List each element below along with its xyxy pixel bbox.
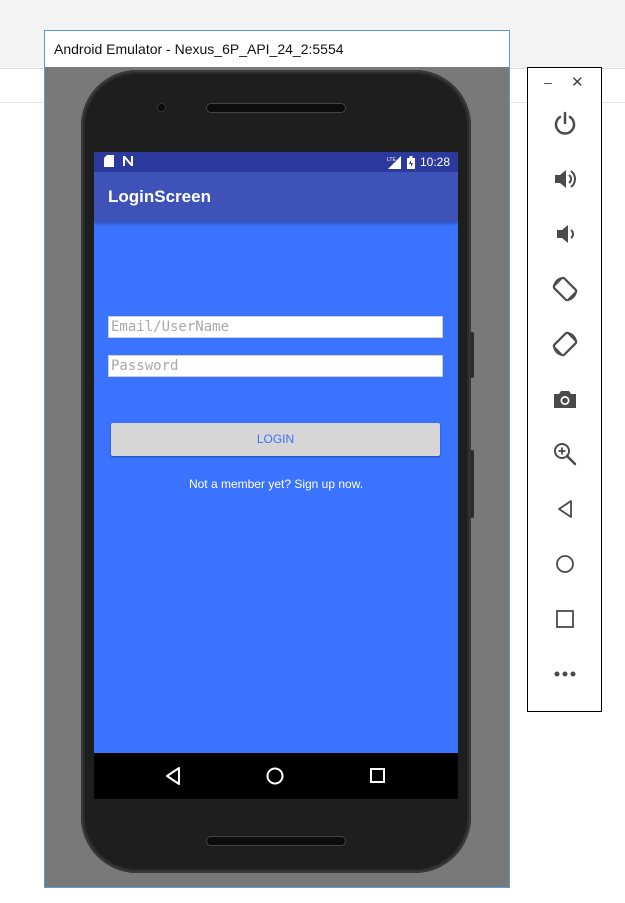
more-button[interactable]	[550, 659, 580, 689]
app-bar: LoginScreen	[94, 172, 458, 222]
volume-up-button[interactable]	[550, 164, 580, 194]
power-button[interactable]	[550, 109, 580, 139]
rotate-left-icon	[552, 276, 578, 302]
control-panel-titlebar: – ✕	[528, 68, 601, 98]
emulator-body: LTE 10:28 LoginScreen Email/UserName Pas…	[45, 67, 509, 887]
back-button[interactable]	[550, 494, 580, 524]
rotate-right-icon	[552, 331, 578, 357]
volume-down-button[interactable]	[550, 219, 580, 249]
device-screen: LTE 10:28 LoginScreen Email/UserName Pas…	[94, 152, 458, 799]
bottom-speaker	[206, 836, 346, 846]
power-icon	[554, 111, 576, 135]
screenshot-button[interactable]	[550, 384, 580, 414]
home-icon[interactable]	[266, 767, 284, 785]
password-field[interactable]: Password	[108, 355, 443, 377]
zoom-icon	[554, 443, 577, 466]
emulator-control-panel: – ✕	[527, 67, 602, 712]
front-camera	[157, 103, 166, 112]
status-time: 10:28	[419, 155, 450, 169]
login-button[interactable]: LOGIN	[111, 423, 440, 456]
overview-button[interactable]	[550, 604, 580, 634]
rotate-right-button[interactable]	[550, 329, 580, 359]
sd-card-icon	[104, 155, 114, 167]
emulator-window: Android Emulator - Nexus_6P_API_24_2:555…	[44, 30, 510, 888]
navigation-bar	[94, 753, 458, 799]
home-button[interactable]	[550, 549, 580, 579]
phone-frame: LTE 10:28 LoginScreen Email/UserName Pas…	[81, 70, 474, 873]
side-button	[470, 332, 474, 378]
overview-icon	[556, 610, 574, 628]
lte-signal-icon: LTE	[387, 155, 401, 169]
email-field[interactable]: Email/UserName	[108, 316, 443, 338]
volume-down-icon	[557, 225, 574, 243]
volume-up-icon	[555, 170, 576, 188]
signup-link[interactable]: Not a member yet? Sign up now.	[94, 477, 458, 491]
window-title[interactable]: Android Emulator - Nexus_6P_API_24_2:555…	[45, 31, 509, 67]
side-button	[470, 450, 474, 518]
minimize-icon[interactable]: –	[544, 74, 552, 90]
battery-icon	[406, 155, 415, 169]
more-icon	[554, 671, 576, 677]
zoom-button[interactable]	[550, 439, 580, 469]
n-notification-icon	[123, 156, 133, 166]
back-icon	[558, 500, 572, 518]
recents-icon[interactable]	[370, 768, 385, 783]
top-speaker	[206, 103, 346, 113]
back-icon[interactable]	[165, 767, 181, 785]
rotate-left-button[interactable]	[550, 274, 580, 304]
close-icon[interactable]: ✕	[571, 73, 584, 91]
home-icon	[556, 555, 574, 573]
status-bar: LTE 10:28	[94, 152, 458, 172]
svg-text:LTE: LTE	[387, 157, 396, 163]
app-title: LoginScreen	[108, 187, 211, 206]
camera-icon	[554, 391, 576, 408]
